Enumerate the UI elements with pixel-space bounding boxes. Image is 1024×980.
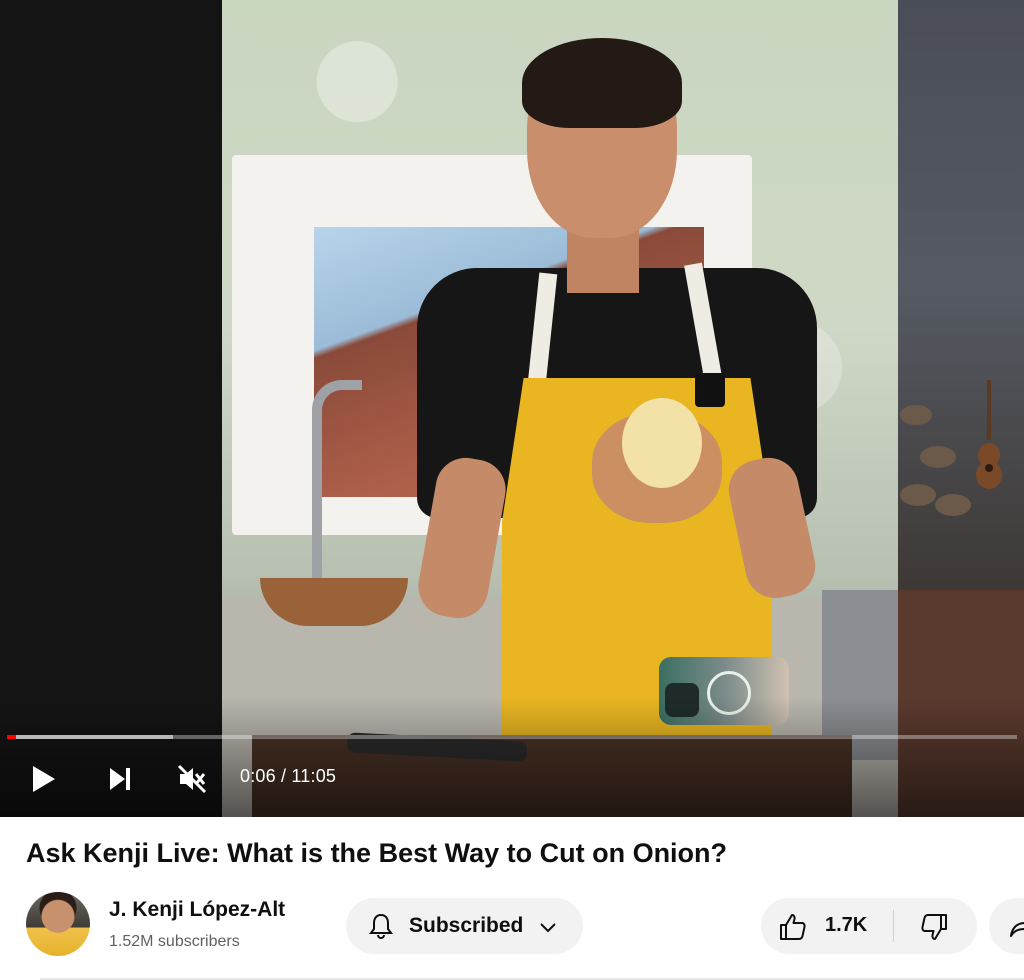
progress-played — [7, 735, 17, 739]
dislike-button[interactable] — [894, 898, 977, 954]
controls-gradient — [0, 697, 1024, 817]
thumbs-down-icon — [921, 914, 947, 940]
thumbs-up-icon — [780, 914, 806, 940]
mute-button[interactable] — [170, 757, 214, 801]
plant-decor — [900, 405, 971, 516]
muted-volume-icon — [177, 764, 207, 794]
like-count: 1.7K — [825, 914, 868, 936]
channel-name[interactable]: J. Kenji López-Alt — [109, 898, 285, 922]
like-button[interactable]: 1.7K — [761, 898, 893, 954]
video-title: Ask Kenji Live: What is the Best Way to … — [26, 838, 728, 868]
share-icon — [1010, 918, 1024, 937]
faucet — [312, 380, 362, 590]
onion — [622, 398, 702, 488]
time-display: 0:06 / 11:05 — [240, 766, 337, 786]
player-letterbox-left — [0, 0, 222, 817]
channel-avatar[interactable] — [26, 892, 90, 956]
ukulele-decor — [976, 380, 1002, 489]
next-button[interactable] — [98, 757, 142, 801]
bell-icon — [369, 913, 393, 939]
next-icon — [110, 768, 130, 790]
chevron-down-icon — [540, 923, 556, 933]
progress-buffered — [7, 735, 173, 739]
like-dislike-group: 1.7K — [761, 898, 977, 954]
subscribed-button[interactable]: Subscribed — [346, 898, 583, 954]
video-frame[interactable] — [222, 0, 898, 817]
subscriber-count: 1.52M subscribers — [109, 933, 240, 950]
subscribed-label: Subscribed — [409, 914, 524, 937]
play-button[interactable] — [22, 757, 66, 801]
play-icon — [33, 766, 55, 792]
mic-badge — [695, 373, 725, 407]
player-letterbox-right — [898, 0, 1024, 817]
share-button[interactable] — [989, 898, 1024, 954]
video-player[interactable]: 0:06 / 11:05 — [0, 0, 1024, 817]
progress-bar[interactable] — [7, 735, 1017, 739]
